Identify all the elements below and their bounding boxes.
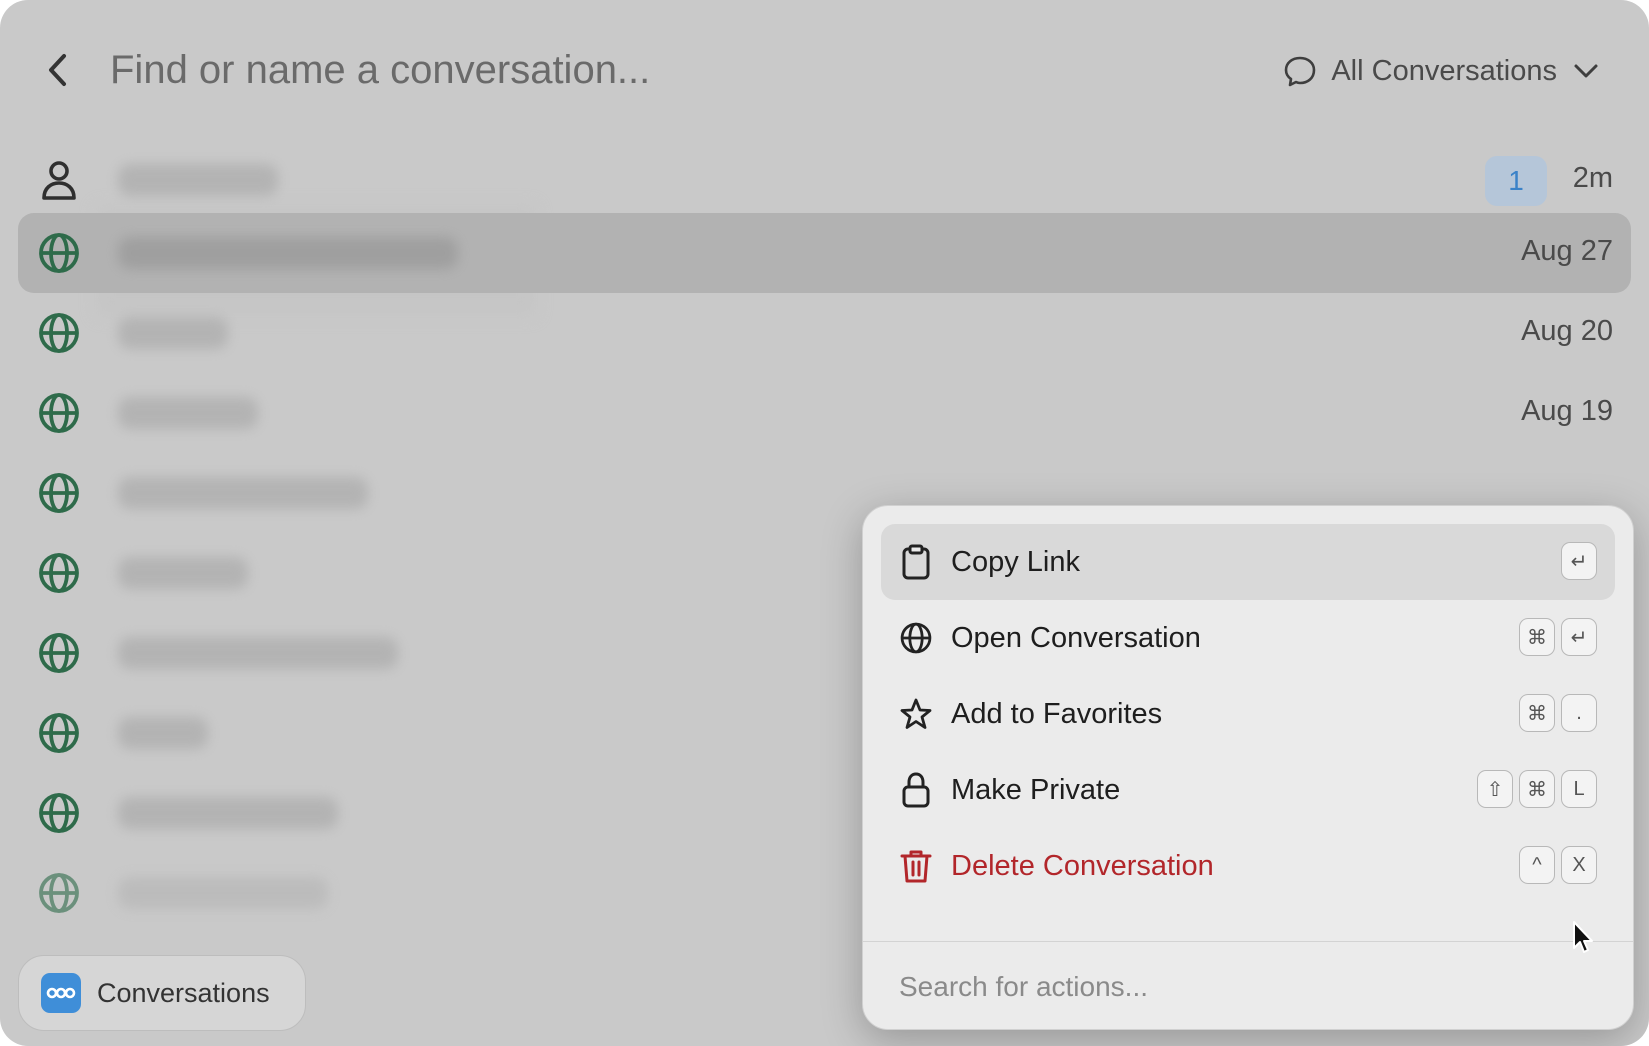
conversations-app-icon bbox=[41, 973, 81, 1013]
conversation-name-redacted bbox=[118, 717, 208, 749]
clipboard-icon bbox=[897, 543, 935, 581]
action-menu: Copy Link ↵ Open Conversation ⌘ ↵ Add to… bbox=[862, 505, 1634, 1030]
conversation-date: Aug 19 bbox=[1521, 395, 1613, 427]
menu-item-delete-conversation[interactable]: Delete Conversation ^ X bbox=[881, 828, 1615, 904]
globe-icon bbox=[36, 630, 82, 676]
filter-label: All Conversations bbox=[1331, 54, 1557, 87]
menu-item-label: Make Private bbox=[951, 774, 1121, 806]
header: All Conversations bbox=[0, 30, 1649, 110]
shortcut-key: ↵ bbox=[1561, 542, 1597, 580]
mouse-cursor-icon bbox=[1573, 921, 1593, 953]
globe-icon bbox=[36, 390, 82, 436]
action-search-input[interactable] bbox=[899, 966, 1579, 1008]
globe-icon bbox=[36, 710, 82, 756]
conversation-name-redacted bbox=[118, 797, 338, 829]
shortcut-key: ⇧ bbox=[1477, 770, 1513, 808]
lock-icon bbox=[897, 771, 935, 809]
shortcut-keys: ^ X bbox=[1519, 846, 1597, 884]
menu-item-copy-link[interactable]: Copy Link ↵ bbox=[881, 524, 1615, 600]
conversation-date: 2m bbox=[1572, 162, 1613, 194]
shortcut-key: ⌘ bbox=[1519, 618, 1555, 656]
globe-icon bbox=[36, 790, 82, 836]
globe-icon bbox=[36, 310, 82, 356]
app-window: All Conversations 1 2m Aug 27 bbox=[0, 0, 1649, 1046]
menu-item-label: Open Conversation bbox=[951, 622, 1201, 654]
conversation-date: Aug 20 bbox=[1521, 315, 1613, 347]
shortcut-key: . bbox=[1561, 694, 1597, 732]
conversation-row[interactable]: Aug 27 bbox=[18, 213, 1631, 293]
conversation-name-redacted bbox=[118, 557, 248, 589]
conversation-filter-dropdown[interactable]: All Conversations bbox=[1283, 48, 1601, 94]
shortcut-keys: ⌘ . bbox=[1519, 694, 1597, 732]
menu-divider bbox=[863, 941, 1633, 942]
back-button[interactable] bbox=[38, 50, 78, 90]
chat-bubble-icon bbox=[1283, 54, 1317, 88]
conversation-name-redacted bbox=[118, 164, 278, 196]
shortcut-key: ⌘ bbox=[1519, 770, 1555, 808]
conversation-name-redacted bbox=[118, 637, 398, 669]
menu-item-label: Delete Conversation bbox=[951, 850, 1214, 882]
menu-item-label: Add to Favorites bbox=[951, 698, 1163, 730]
shortcut-key: ↵ bbox=[1561, 618, 1597, 656]
shortcut-key: L bbox=[1561, 770, 1597, 808]
conversation-name-redacted bbox=[118, 477, 368, 509]
conversation-row[interactable]: Aug 19 bbox=[18, 373, 1631, 453]
search-input[interactable] bbox=[110, 46, 1010, 94]
person-icon bbox=[36, 157, 82, 203]
conversation-name-redacted bbox=[118, 317, 228, 349]
conversation-row[interactable]: Aug 20 bbox=[18, 293, 1631, 373]
shortcut-key: ^ bbox=[1519, 846, 1555, 884]
globe-icon bbox=[36, 870, 82, 916]
globe-icon bbox=[36, 470, 82, 516]
app-label: Conversations bbox=[97, 977, 270, 1008]
unread-badge: 1 bbox=[1485, 156, 1547, 206]
menu-item-add-to-favorites[interactable]: Add to Favorites ⌘ . bbox=[881, 676, 1615, 752]
trash-icon bbox=[897, 847, 935, 885]
menu-item-label: Copy Link bbox=[951, 546, 1080, 578]
conversation-name-redacted bbox=[118, 237, 458, 269]
chevron-down-icon bbox=[1571, 56, 1601, 86]
star-icon bbox=[897, 695, 935, 733]
conversation-date: Aug 27 bbox=[1521, 235, 1613, 267]
conversation-name-redacted bbox=[118, 877, 328, 909]
conversation-row[interactable]: 1 2m bbox=[18, 140, 1631, 220]
globe-icon bbox=[36, 550, 82, 596]
shortcut-key: ⌘ bbox=[1519, 694, 1555, 732]
menu-item-open-conversation[interactable]: Open Conversation ⌘ ↵ bbox=[881, 600, 1615, 676]
app-switcher-tag[interactable]: Conversations bbox=[18, 955, 306, 1031]
shortcut-keys: ↵ bbox=[1561, 542, 1597, 580]
shortcut-key: X bbox=[1561, 846, 1597, 884]
shortcut-keys: ⇧ ⌘ L bbox=[1477, 770, 1597, 808]
conversation-name-redacted bbox=[118, 397, 258, 429]
globe-icon bbox=[36, 230, 82, 276]
menu-item-make-private[interactable]: Make Private ⇧ ⌘ L bbox=[881, 752, 1615, 828]
chevron-left-icon bbox=[49, 54, 66, 86]
globe-icon bbox=[897, 619, 935, 657]
shortcut-keys: ⌘ ↵ bbox=[1519, 618, 1597, 656]
